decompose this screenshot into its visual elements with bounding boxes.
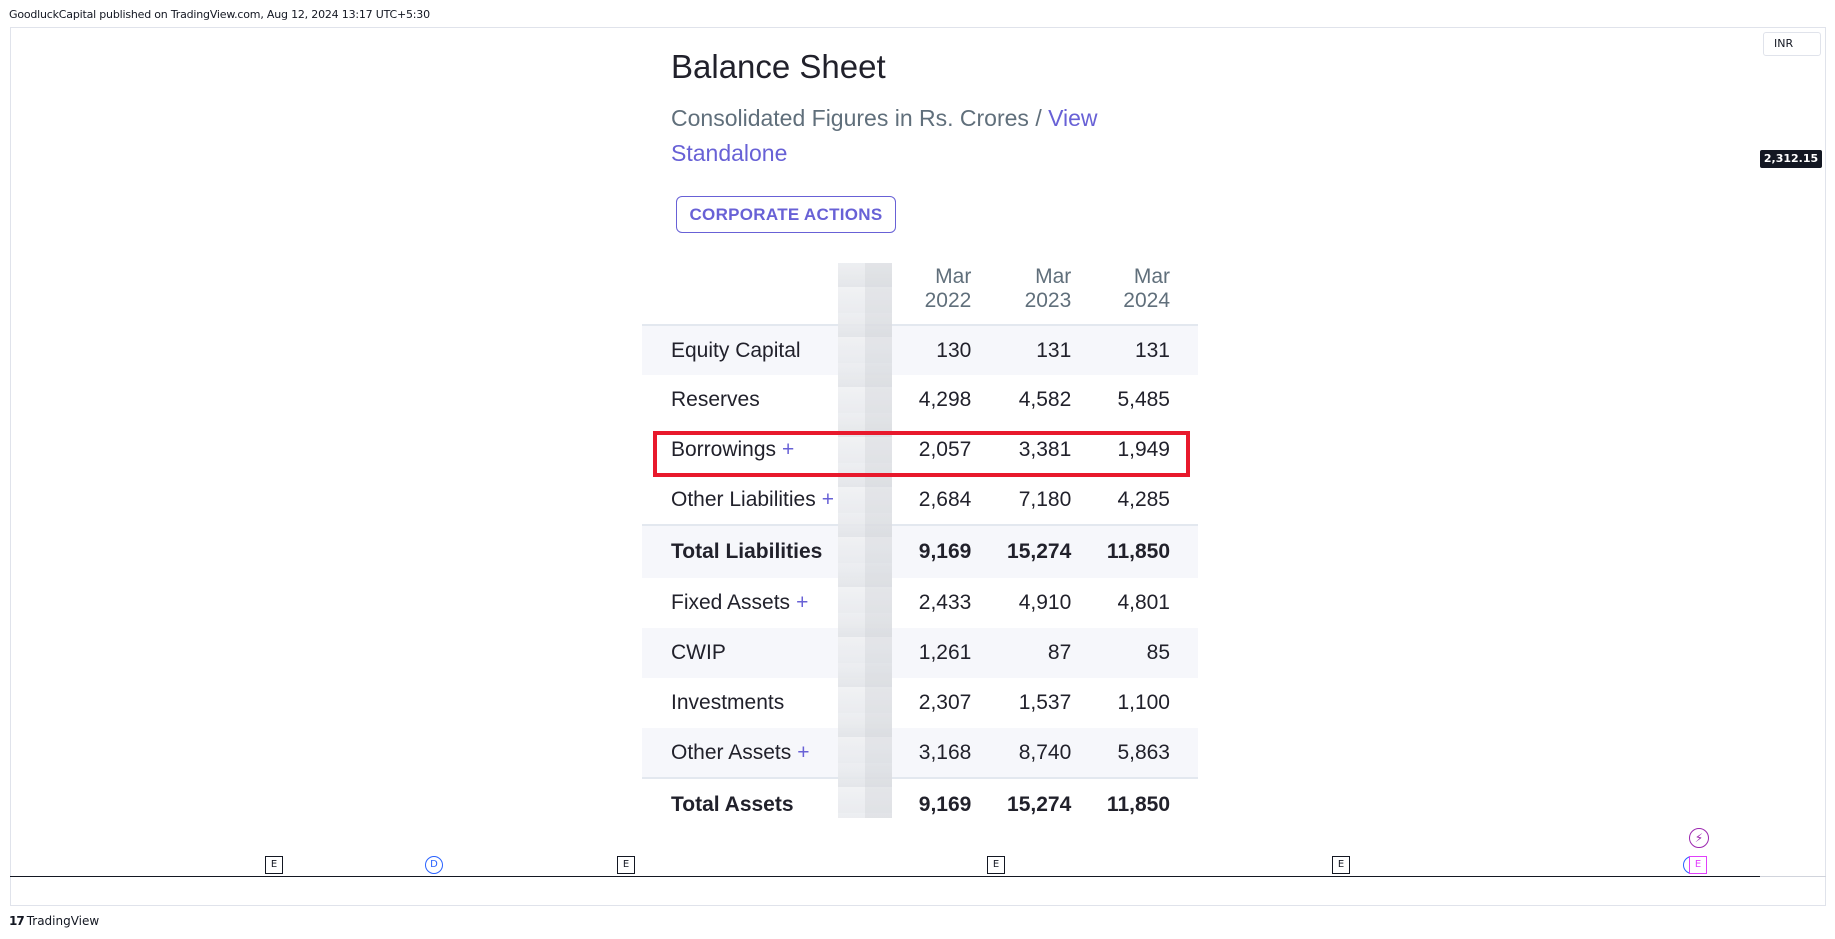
tradingview-logo[interactable]: 17 TradingView [9, 914, 99, 928]
earnings-marker-upcoming[interactable]: E [1689, 856, 1707, 874]
row-label: CWIP [642, 628, 851, 678]
table-cell: 1,100 [1117, 691, 1170, 714]
table-cell: 15,274 [999, 777, 1100, 831]
table-row: Other Assets + 3,168 8,740 5,863 [642, 728, 1198, 778]
table-cell: 11,850 [1099, 777, 1198, 831]
table-row: CWIP 1,261 87 85 [642, 628, 1198, 678]
table-cell: 4,582 [1018, 388, 1072, 411]
table-row: Equity Capital 130 131 131 [642, 325, 1198, 375]
dividend-marker[interactable]: D [425, 856, 443, 874]
row-label: Equity Capital [642, 325, 851, 375]
table-row: Reserves 4,298 4,582 5,485 [642, 375, 1198, 425]
row-label: Reserves [671, 388, 760, 411]
table-cell: 87 [999, 628, 1100, 678]
table-cell: 4,801 [1117, 591, 1170, 614]
table-cell: 9,169 [912, 524, 1000, 578]
time-axis-line-right [1760, 876, 1826, 877]
table-cell: 11,850 [1099, 524, 1198, 578]
row-label[interactable]: Other Assets + [642, 728, 851, 778]
table-cell: 131 [999, 325, 1100, 375]
earnings-marker[interactable]: E [265, 856, 283, 874]
table-cell: 85 [1099, 628, 1198, 678]
row-label: Total Assets [642, 777, 851, 831]
table-cell: 4,910 [1018, 591, 1072, 614]
corporate-actions-button[interactable]: CORPORATE ACTIONS [676, 196, 896, 233]
table-cell: 5,485 [1117, 388, 1170, 411]
sheet-subtitle: Consolidated Figures in Rs. Crores / Vie… [671, 101, 1141, 171]
column-header: Mar 2024 [1099, 263, 1198, 326]
row-label: Investments [671, 691, 785, 714]
label-column-header [642, 263, 851, 326]
earnings-marker[interactable]: E [617, 856, 635, 874]
table-cell: 8,740 [999, 728, 1100, 778]
bolt-icon[interactable]: ⚡ [1689, 828, 1709, 848]
table-cell: 1,537 [1018, 691, 1072, 714]
table-cell: 2,307 [918, 691, 972, 714]
last-price-label: 2,312.15 [1760, 150, 1822, 168]
blurred-column [838, 263, 892, 818]
balance-sheet-table: Mar 2022 Mar 2023 Mar 2024 Equity Capital 1… [642, 263, 1198, 831]
table-cell: 5,863 [1099, 728, 1198, 778]
table-cell: 15,274 [999, 524, 1100, 578]
time-axis-line [10, 876, 1760, 877]
table-row: Investments 2,307 1,537 1,100 [642, 678, 1198, 728]
subtitle-text: Consolidated Figures in Rs. Crores / [671, 105, 1049, 131]
row-label[interactable]: Fixed Assets + [642, 578, 850, 628]
page-title: Balance Sheet [671, 48, 886, 85]
table-row-total: Total Liabilities 9,169 15,274 11,850 [642, 524, 1198, 578]
table-cell: 1,261 [912, 628, 1000, 678]
expand-plus-icon[interactable]: + [797, 741, 809, 764]
tradingview-logo-icon: 17 [9, 914, 25, 928]
table-row-total: Total Assets 9,169 15,274 11,850 [642, 777, 1198, 831]
earnings-marker[interactable]: E [987, 856, 1005, 874]
column-header: Mar 2023 [999, 263, 1100, 326]
column-header: Mar 2022 [912, 263, 1000, 326]
expand-plus-icon[interactable]: + [822, 488, 834, 511]
table-cell: 4,298 [918, 388, 972, 411]
table-cell: 9,169 [912, 777, 1000, 831]
row-label: Total Liabilities [642, 524, 851, 578]
published-caption: GoodluckCapital published on TradingView… [9, 8, 430, 21]
table-cell: 7,180 [1018, 487, 1072, 511]
earnings-marker[interactable]: E [1332, 856, 1350, 874]
expand-plus-icon[interactable]: + [796, 591, 808, 614]
currency-selector[interactable]: INR [1763, 32, 1821, 56]
borrowings-highlight-box [653, 431, 1190, 477]
table-cell: 3,168 [912, 728, 1000, 778]
table-cell: 130 [912, 325, 1000, 375]
row-label[interactable]: Other Liabilities + [642, 475, 850, 525]
table-cell: 2,433 [918, 591, 972, 614]
table-row: Other Liabilities + 2,684 7,180 4,285 [642, 475, 1198, 525]
table-row: Fixed Assets + 2,433 4,910 4,801 [642, 578, 1198, 628]
table-header-row: Mar 2022 Mar 2023 Mar 2024 [642, 263, 1198, 326]
table-cell: 131 [1099, 325, 1198, 375]
table-cell: 4,285 [1117, 487, 1170, 511]
table-cell: 2,684 [918, 487, 972, 511]
tradingview-logo-text: TradingView [26, 914, 100, 928]
